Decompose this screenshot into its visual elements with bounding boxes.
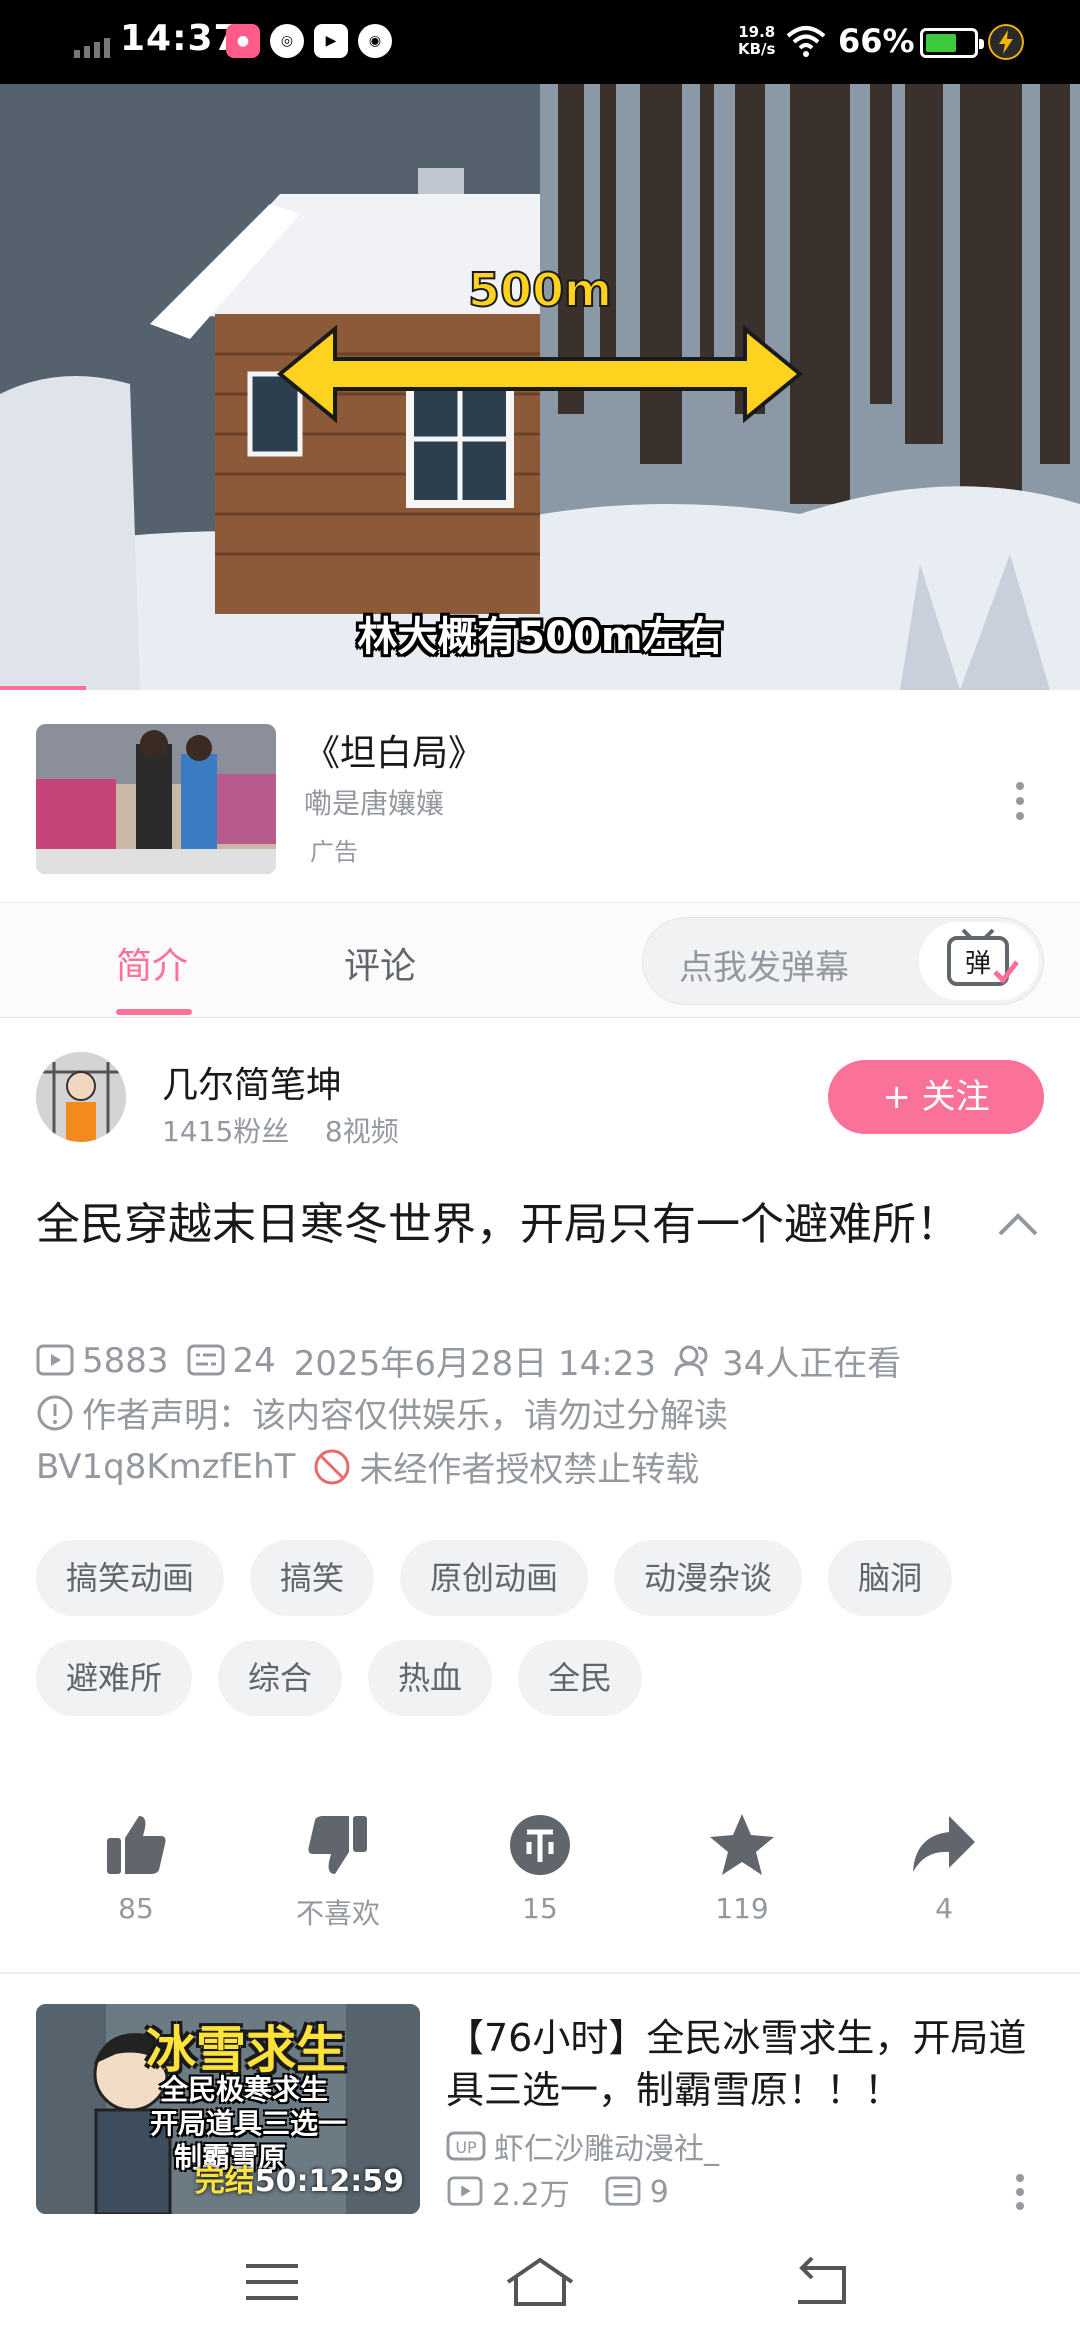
more-options-icon[interactable] (1010, 2172, 1030, 2212)
danmaku-placeholder: 点我发弹幕 (679, 948, 849, 988)
up-badge-icon: UP (446, 2131, 486, 2161)
tab-intro[interactable]: 简介 (116, 937, 188, 989)
recommended-stats: 2.2万 9 (446, 2170, 669, 2214)
battery-fill (926, 34, 956, 52)
coin-icon (510, 1815, 570, 1875)
status-time: 14:37 (120, 18, 240, 59)
home-icon[interactable] (500, 2252, 580, 2312)
like-count: 85 (118, 1892, 154, 1925)
uploader-stats: 1415粉丝 8视频 (162, 1110, 399, 1150)
share-button[interactable]: 4 (874, 1810, 1014, 1925)
thumbs-up-icon (107, 1816, 166, 1874)
notice-icon (37, 1395, 73, 1430)
avatar[interactable] (36, 1052, 126, 1142)
tag-chip[interactable]: 动漫杂谈 (614, 1540, 803, 1616)
tag-chip[interactable]: 综合 (218, 1640, 343, 1716)
tag-chip[interactable]: 原创动画 (400, 1540, 589, 1616)
video-frame: 500m (0, 84, 1080, 690)
declaration-row: 作者声明：该内容仅供娱乐，请勿过分解读 (36, 1388, 728, 1437)
ad-badge: 广告 (310, 838, 358, 866)
system-nav-bar (0, 2224, 1080, 2340)
uploader-row: 几尔简笔坤 1415粉丝 8视频 + 关注 (0, 1018, 1080, 1158)
video-title: 全民穿越末日寒冬世界，开局只有一个避难所！ (36, 1199, 960, 1250)
tab-indicator (116, 1009, 192, 1015)
recommended-uploader[interactable]: UP 虾仁沙雕动漫社_ (446, 2124, 719, 2168)
status-app-icons: ● ◎ ▶ ◉ (226, 24, 392, 58)
ad-title[interactable]: 《坦白局》 (304, 724, 484, 776)
ad-author[interactable]: 嘞是唐孃孃 (304, 782, 444, 822)
coin-button[interactable]: 15 (470, 1810, 610, 1925)
tab-comments[interactable]: 评论 (344, 937, 416, 989)
video-stats-row: 5883 24 2025年6月28日 14:23 34人正在看 (36, 1336, 901, 1385)
chevron-up-icon[interactable] (996, 1208, 1040, 1238)
repost-notice: 未经作者授权禁止转载 (359, 1450, 700, 1490)
tag-list: 搞笑动画 搞笑 原创动画 动漫杂谈 脑洞避难所 综合 热血 全民 (36, 1540, 1046, 1716)
bvid[interactable]: BV1q8KmzfEhT (36, 1447, 295, 1487)
star-icon (710, 1814, 774, 1875)
forbid-icon (314, 1449, 350, 1484)
danmaku-toggle-icon: 弹 (947, 928, 1019, 986)
favorite-button[interactable]: 119 (672, 1810, 812, 1925)
ad-card[interactable]: 《坦白局》 嘞是唐孃孃 广告 (0, 690, 1080, 902)
tag-chip[interactable]: 脑洞 (828, 1540, 953, 1616)
dislike-button[interactable]: 不喜欢 (268, 1810, 408, 1932)
tag-chip[interactable]: 搞笑动画 (36, 1540, 225, 1616)
net-speed: 19.8 KB/s (738, 23, 776, 58)
publish-time: 2025年6月28日 14:23 (293, 1344, 657, 1384)
danmaku-input[interactable]: 点我发弹幕 弹 (642, 917, 1044, 1005)
thumbs-down-icon (308, 1816, 367, 1874)
wifi-icon (786, 26, 826, 57)
tag-chip[interactable]: 热血 (368, 1640, 493, 1716)
recommended-video-card[interactable]: 冰雪求生 全民极寒求生 开局道具三选一 制霸雪原 完结50:12:59 【76小… (0, 1974, 1080, 2224)
charging-icon (988, 24, 1024, 60)
follower-count: 1415粉丝 (162, 1115, 290, 1148)
danmaku-toggle-button[interactable]: 弹 (919, 922, 1039, 1000)
ad-thumbnail[interactable] (36, 724, 276, 874)
battery-icon (920, 28, 984, 58)
play-count-icon (447, 2176, 483, 2206)
author-declaration: 作者声明：该内容仅供娱乐，请勿过分解读 (82, 1396, 728, 1436)
tag-chip[interactable]: 搞笑 (250, 1540, 375, 1616)
video-duration: 完结50:12:59 (194, 2164, 404, 2199)
recommended-thumbnail[interactable]: 冰雪求生 全民极寒求生 开局道具三选一 制霸雪原 完结50:12:59 (36, 2004, 420, 2214)
battery-percent: 66% (838, 22, 915, 60)
recommended-title[interactable]: 【76小时】全民冰雪求生，开局道具三选一，制霸雪原！！！ (446, 2012, 1052, 2116)
app-notification-icon: ◉ (358, 24, 392, 58)
share-icon (913, 1816, 975, 1872)
watching-count: 34人正在看 (722, 1344, 902, 1384)
back-icon[interactable] (784, 2252, 864, 2312)
danmaku-icon (605, 2176, 641, 2206)
favorite-count: 119 (715, 1892, 769, 1925)
menu-icon[interactable] (232, 2252, 312, 2312)
follow-button[interactable]: + 关注 (828, 1060, 1044, 1134)
coin-count: 15 (522, 1892, 558, 1925)
dislike-label: 不喜欢 (295, 1897, 380, 1930)
action-bar: 85 不喜欢 15 119 4 (0, 1810, 1080, 1960)
app-notification-icon: ◎ (270, 24, 304, 58)
share-count: 4 (935, 1892, 953, 1925)
svg-text:UP: UP (455, 2138, 477, 2157)
signal-icon (74, 38, 110, 58)
video-player[interactable]: 500m 林大概有500m左右 (0, 84, 1080, 690)
video-count: 8视频 (324, 1115, 399, 1148)
danmaku-icon (187, 1344, 225, 1375)
video-subtitle: 林大概有500m左右 (357, 614, 723, 660)
play-app-icon: ▶ (314, 24, 348, 58)
detail-tab-bar: 简介 评论 点我发弹幕 弹 (0, 902, 1080, 1018)
more-options-icon[interactable] (1010, 778, 1030, 824)
app-notification-icon: ● (226, 24, 260, 58)
svg-text:弹: 弹 (965, 949, 991, 979)
bvid-row: BV1q8KmzfEhT 未经作者授权禁止转载 (36, 1442, 699, 1491)
distance-label: 500m (468, 263, 612, 317)
danmaku-count: 24 (232, 1340, 276, 1381)
uploader-name[interactable]: 几尔简笔坤 (162, 1056, 342, 1108)
tag-chip[interactable]: 全民 (518, 1640, 643, 1716)
play-count: 5883 (82, 1340, 169, 1381)
watching-icon (674, 1345, 708, 1376)
like-button[interactable]: 85 (66, 1810, 206, 1925)
status-bar: 14:37 ● ◎ ▶ ◉ 19.8 KB/s 66% (0, 0, 1080, 84)
play-count-icon (36, 1344, 74, 1375)
tag-chip[interactable]: 避难所 (36, 1640, 193, 1716)
